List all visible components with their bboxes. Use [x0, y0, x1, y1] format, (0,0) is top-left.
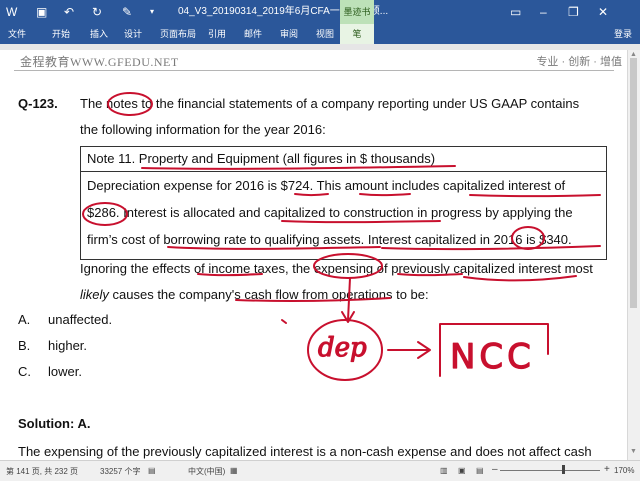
tab-review[interactable]: 审阅 [280, 27, 298, 41]
word-count[interactable]: 33257 个字 [100, 466, 140, 477]
title-bar: W ▣ ↶ ↻ ✎ ▾ 04_V3_20190314_2019年6月CFA一级百… [0, 0, 640, 41]
ink-tick [281, 319, 287, 324]
save-icon[interactable]: ▣ [36, 5, 47, 19]
vertical-scrollbar[interactable]: ▲ ▼ [627, 50, 640, 460]
tab-insert[interactable]: 插入 [90, 27, 108, 41]
note-box: Note 11. Property and Equipment (all fig… [80, 146, 607, 260]
ribbon-options-icon[interactable]: ▭ [510, 4, 521, 20]
ink-word-ncc: NCC [450, 337, 535, 377]
tab-view[interactable]: 视图 [316, 27, 334, 41]
zoom-slider[interactable] [500, 470, 600, 471]
read-mode-icon[interactable]: ▥ [440, 466, 448, 475]
note-line1: Depreciation expense for 2016 is $724. T… [87, 178, 566, 193]
option-b-letter: B. [18, 338, 31, 353]
solution-text-cut: The expensing of the previously capitali… [18, 444, 592, 459]
scroll-down-icon[interactable]: ▼ [630, 448, 637, 455]
stem-italic: likely [80, 287, 109, 302]
scroll-thumb[interactable] [630, 58, 637, 308]
tab-mailings[interactable]: 邮件 [244, 27, 262, 41]
customize-toolbar-icon[interactable]: ▾ [150, 5, 154, 19]
header-right-text: 专业 · 创新 · 增值 [536, 56, 622, 68]
tab-design[interactable]: 设计 [124, 27, 142, 41]
print-layout-icon[interactable]: ▣ [458, 466, 466, 475]
stem-line2-rest: causes the company's cash flow from oper… [108, 287, 429, 302]
page-count[interactable]: 第 141 页, 共 232 页 [6, 466, 78, 477]
word-app-icon: W [6, 5, 18, 19]
zoom-out-icon[interactable]: – [492, 464, 498, 475]
pen-quick-icon[interactable]: ✎ [122, 5, 132, 19]
language-status[interactable]: 中文(中国) [188, 466, 225, 477]
ink-tools-context-tab: 墨迹书写工具 [340, 0, 374, 41]
stem-line2: likely causes the company's cash flow fr… [80, 282, 429, 308]
option-a-text: unaffected. [48, 312, 113, 327]
tab-references[interactable]: 引用 [208, 27, 226, 41]
question-intro-line1: The notes to the financial statements of… [80, 96, 580, 111]
web-layout-icon[interactable]: ▤ [476, 466, 484, 475]
option-a-letter: A. [18, 312, 31, 327]
undo-icon[interactable]: ↶ [64, 5, 74, 19]
minimize-button[interactable]: – [540, 4, 547, 20]
tab-home[interactable]: 开始 [52, 27, 70, 41]
header-divider [14, 70, 614, 71]
note-line2: $286. Interest is allocated and capitali… [87, 205, 573, 220]
solution-label: Solution: A. [18, 416, 91, 431]
ink-arrow-right [387, 341, 431, 359]
option-c-letter: C. [18, 364, 31, 379]
note-title-row: Note 11. Property and Equipment (all fig… [81, 147, 606, 172]
proofing-icon[interactable]: ▤ [148, 466, 156, 475]
header-left-text: 金程教育WWW.GFEDU.NET [20, 55, 179, 69]
tab-file[interactable]: 文件 [0, 24, 34, 44]
tab-pen[interactable]: 笔 [340, 24, 374, 44]
ink-circle-dep [307, 319, 383, 381]
tab-layout[interactable]: 页面布局 [160, 27, 196, 41]
question-intro-line2: the following information for the year 2… [80, 122, 326, 137]
ink-ncc-box [439, 323, 549, 377]
redo-icon[interactable]: ↻ [92, 5, 102, 19]
note-line3: firm’s cost of borrowing rate to qualify… [87, 232, 572, 247]
login-link[interactable]: 登录 [614, 27, 632, 40]
zoom-slider-knob[interactable] [562, 465, 565, 474]
restore-button[interactable]: ❐ [568, 4, 579, 20]
scroll-up-icon[interactable]: ▲ [630, 51, 637, 58]
zoom-level[interactable]: 170% [614, 466, 634, 475]
stem-line1: Ignoring the effects of income taxes, th… [80, 261, 593, 276]
zoom-in-icon[interactable]: + [604, 464, 610, 475]
status-bar: 第 141 页, 共 232 页 33257 个字 ▤ 中文(中国) ▦ ▥ ▣… [0, 460, 640, 481]
ribbon-tabs: 文件 开始 插入 设计 页面布局 引用 邮件 审阅 视图 笔 登录 [0, 24, 640, 44]
option-c-text: lower. [48, 364, 82, 379]
macro-icon[interactable]: ▦ [230, 466, 238, 475]
note-title: Note 11. Property and Equipment (all fig… [87, 151, 436, 166]
document-page: 金程教育WWW.GFEDU.NET 专业 · 创新 · 增值 Q-123. Th… [0, 50, 628, 460]
option-b-text: higher. [48, 338, 88, 353]
close-button[interactable]: ✕ [598, 4, 608, 20]
question-id: Q-123. [18, 96, 58, 111]
ink-word-dep: dep [318, 333, 367, 363]
